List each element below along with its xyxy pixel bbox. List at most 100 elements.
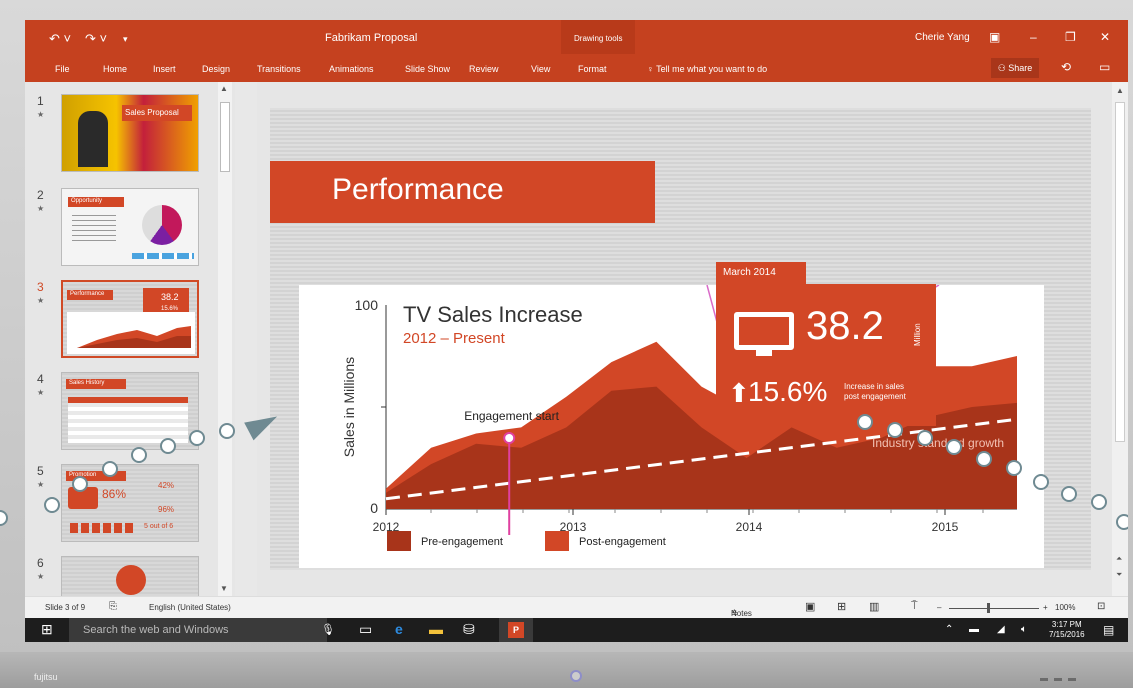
undo-icon[interactable]: ↶ ˅ <box>49 31 71 47</box>
windows-start-icon[interactable]: ⊞ <box>41 621 53 638</box>
tab-animations[interactable]: Animations <box>329 64 374 74</box>
gesture-dot <box>1061 486 1077 502</box>
comments-icon[interactable]: ▭ <box>1099 60 1110 74</box>
taskbar-search[interactable]: Search the web and Windows <box>69 618 327 642</box>
thumb-people-icons <box>70 523 136 533</box>
network-icon[interactable]: ◢ <box>997 624 1005 635</box>
thumbnail-scrollbar[interactable]: ▲ ▼ <box>218 82 232 596</box>
y-axis-label: Sales in Millions <box>341 357 357 457</box>
ribbon-tabs: File Home Insert Design Transitions Anim… <box>25 54 1128 82</box>
restore-icon[interactable]: ❐ <box>1065 30 1076 44</box>
star-icon: ★ <box>37 110 45 119</box>
trend-label: Industry standard growth <box>872 436 1004 450</box>
tab-format[interactable]: Format <box>578 64 607 74</box>
volume-icon[interactable]: 🔈︎ <box>1021 624 1027 635</box>
card-percent-desc-2: post engagement <box>844 392 906 401</box>
clock[interactable]: 3:17 PM 7/15/2016 <box>1049 620 1085 640</box>
slide-sorter-icon[interactable]: ⊞ <box>837 600 846 613</box>
tab-slide-show[interactable]: Slide Show <box>405 64 450 74</box>
zoom-level[interactable]: 100% <box>1055 603 1075 612</box>
zoom-slider[interactable] <box>949 608 1039 609</box>
history-icon[interactable]: ⟲ <box>1061 60 1071 74</box>
star-icon: ★ <box>37 204 45 213</box>
language[interactable]: English (United States) <box>149 603 231 612</box>
tab-view[interactable]: View <box>531 64 550 74</box>
tab-insert[interactable]: Insert <box>153 64 176 74</box>
task-view-icon[interactable]: ▭ <box>359 621 372 638</box>
gesture-dot <box>946 439 962 455</box>
slide-thumbnail-3[interactable]: Performance 38.2 15.6% <box>61 280 199 358</box>
fit-to-window-icon[interactable]: ⊡ <box>1097 601 1105 612</box>
show-hidden-icons[interactable]: ⌃ <box>945 624 953 635</box>
scroll-up-icon[interactable]: ▲ <box>220 84 228 93</box>
engagement-annotation: Engagement start <box>464 409 559 423</box>
ribbon-display-icon[interactable]: ▣ <box>989 30 1000 44</box>
y-tick-label: 100 <box>355 297 379 313</box>
customize-quick-access-icon[interactable]: ▾ <box>123 34 128 45</box>
thumb-legend <box>132 253 194 259</box>
store-icon[interactable]: ⛁ <box>463 621 475 638</box>
tell-me-box[interactable]: ♀ Tell me what you want to do <box>647 64 767 74</box>
scroll-up-icon[interactable]: ▲ <box>1116 86 1124 95</box>
microphone-icon[interactable]: 🎙︎ <box>321 623 335 636</box>
spell-check-icon[interactable]: ⎘ <box>109 601 117 612</box>
reading-view-icon[interactable]: ▥ <box>869 600 879 613</box>
clock-time: 3:17 PM <box>1051 620 1082 629</box>
notes-label: Notes <box>731 609 752 618</box>
share-button[interactable]: ⚇ Share <box>991 58 1039 78</box>
close-icon[interactable]: ✕ <box>1100 30 1110 44</box>
thumb-chart <box>67 312 195 354</box>
engagement-marker <box>503 432 516 444</box>
slide-counter[interactable]: Slide 3 of 9 <box>45 603 85 612</box>
powerpoint-taskbar-button[interactable]: P <box>499 618 533 642</box>
previous-slide-icon[interactable]: ⏶ <box>1116 554 1122 564</box>
thumb-title: Sales History <box>66 379 126 389</box>
tab-transitions[interactable]: Transitions <box>257 64 301 74</box>
stat-card[interactable]: 38.2 Million ⬆ 15.6% Increase in sales po… <box>716 284 936 426</box>
thumb-chart-svg <box>77 326 191 348</box>
lightbulb-icon: ♀ <box>647 64 654 74</box>
slide-thumbnail-1[interactable]: Sales Proposal <box>61 94 199 172</box>
thumb-pie <box>142 205 182 245</box>
legend-swatch-post <box>545 531 569 551</box>
minimize-icon[interactable]: – <box>1030 30 1037 44</box>
slide-thumbnail-2[interactable]: Opportunity <box>61 188 199 266</box>
slide[interactable]: Performance 100 0 Sales in Millions Industr… <box>270 108 1091 570</box>
edge-icon[interactable]: e <box>395 621 403 637</box>
tab-file[interactable]: File <box>55 64 70 74</box>
normal-view-icon[interactable]: ▣ <box>805 600 815 613</box>
tab-review[interactable]: Review <box>469 64 499 74</box>
star-icon: ★ <box>37 296 45 305</box>
user-name[interactable]: Cherie Yang <box>915 32 970 43</box>
status-bar: Slide 3 of 9 ⎘ English (United States) ≙… <box>25 596 1128 618</box>
scrollbar-thumb[interactable] <box>1115 102 1125 442</box>
file-explorer-icon[interactable]: ▬ <box>429 621 443 637</box>
gesture-dot <box>160 438 176 454</box>
slide-thumbnail-4[interactable]: Sales History <box>61 372 199 450</box>
slideshow-icon[interactable]: ⍑ <box>911 600 918 613</box>
share-label: Share <box>1008 63 1033 73</box>
scroll-down-icon[interactable]: ▼ <box>220 584 228 593</box>
slide-title[interactable]: Performance <box>270 161 655 223</box>
zoom-out-icon[interactable]: – <box>937 603 941 612</box>
battery-icon[interactable]: ▬ <box>969 624 979 635</box>
thumb-table <box>68 397 188 443</box>
gesture-dot <box>1006 460 1022 476</box>
thumb-title: Opportunity <box>68 197 124 207</box>
x-tick-label: 2014 <box>736 520 763 534</box>
scrollbar-thumb[interactable] <box>220 102 230 172</box>
card-percent: 15.6% <box>748 376 828 407</box>
redo-icon[interactable]: ↷ ˅ <box>85 31 107 47</box>
action-center-icon[interactable]: ▤ <box>1103 623 1114 637</box>
screen: ↶ ˅ ↷ ˅ ▾ Fabrikam Proposal Cherie Yang … <box>25 20 1128 642</box>
slide-thumbnail-6[interactable] <box>61 556 199 596</box>
zoom-slider-handle[interactable] <box>987 603 990 613</box>
thumb-stat: 96% <box>158 505 175 514</box>
gesture-dot <box>1091 494 1107 510</box>
zoom-in-icon[interactable]: + <box>1043 603 1048 612</box>
chart-subtitle: 2012 – Present <box>403 330 506 347</box>
tab-home[interactable]: Home <box>103 64 127 74</box>
tab-design[interactable]: Design <box>202 64 230 74</box>
monitor-stand-icon <box>756 350 772 356</box>
next-slide-icon[interactable]: ⏷ <box>1116 570 1122 580</box>
